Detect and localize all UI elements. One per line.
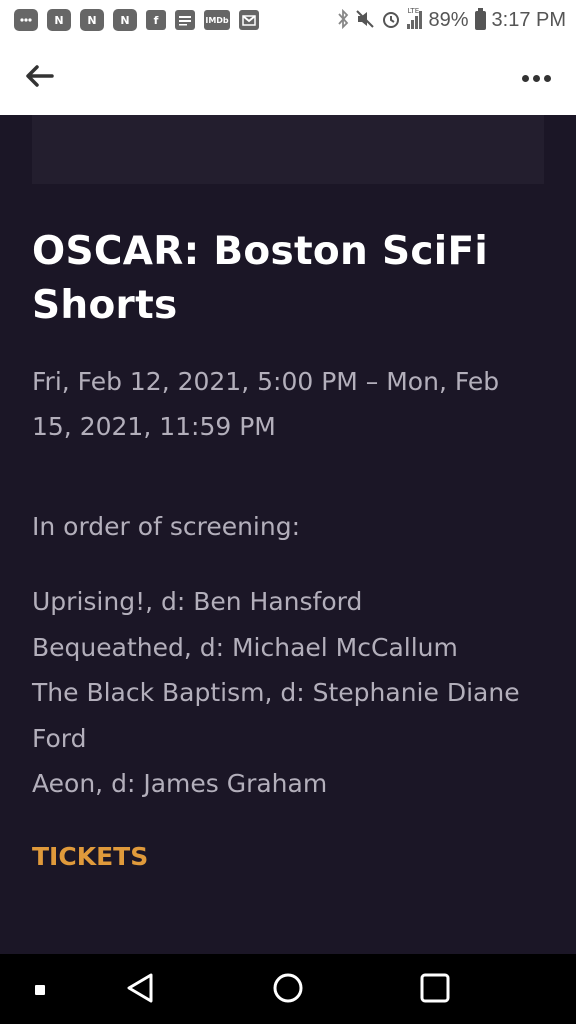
newsreader-icon — [175, 10, 195, 30]
system-status: LTE 89% 3:17 PM — [337, 7, 566, 32]
back-button[interactable] — [20, 60, 60, 96]
clock: 3:17 PM — [491, 8, 566, 31]
imdb-icon: IMDb — [204, 10, 230, 30]
more-horizontal-icon — [521, 74, 551, 82]
lte-label: LTE — [407, 7, 420, 15]
message-icon — [14, 9, 38, 31]
film-list: Uprising!, d: Ben Hansford Bequeathed, d… — [32, 579, 544, 807]
event-content: OSCAR: Boston SciFi Shorts Fri, Feb 12, … — [0, 115, 576, 954]
notification-icons: N N N f IMDb — [14, 8, 259, 32]
event-image — [32, 115, 544, 184]
event-dates: Fri, Feb 12, 2021, 5:00 PM – Mon, Feb 15… — [32, 367, 500, 441]
gmail-icon — [239, 10, 259, 30]
back-nav-button[interactable] — [118, 968, 162, 1012]
event-title: OSCAR: Boston SciFi Shorts — [32, 229, 489, 328]
status-bar: N N N f IMDb LTE 89% 3:17 PM — [0, 0, 576, 40]
navigation-bar — [0, 954, 576, 1024]
recent-apps-small-button[interactable] — [18, 968, 62, 1012]
film-item: Uprising!, d: Ben Hansford — [32, 587, 363, 616]
recent-apps-button[interactable] — [413, 968, 457, 1012]
film-item: Bequeathed, d: Michael McCallum — [32, 632, 458, 662]
triangle-back-icon — [125, 972, 155, 1008]
screening-intro: In order of screening: — [32, 512, 301, 541]
alarm-icon — [381, 9, 401, 32]
battery-icon — [474, 7, 486, 30]
small-square-icon — [34, 981, 46, 1000]
more-options-button[interactable] — [516, 60, 556, 96]
facebook-icon: f — [146, 10, 166, 30]
battery-percent: 89% — [428, 8, 469, 31]
arrow-left-icon — [25, 64, 55, 92]
signal-icon: LTE — [407, 7, 423, 29]
home-button[interactable] — [266, 968, 310, 1012]
film-item: The Black Baptism, d: Stephanie Diane Fo… — [32, 678, 520, 753]
film-item: Aeon, d: James Graham — [32, 769, 328, 798]
circle-home-icon — [272, 972, 304, 1008]
news-icon: N — [80, 9, 104, 31]
app-bar — [0, 40, 576, 115]
mute-icon — [355, 9, 375, 32]
square-recents-icon — [420, 973, 450, 1007]
news-icon: N — [113, 9, 137, 31]
news-icon: N — [47, 9, 71, 31]
tickets-link[interactable]: TICKETS — [32, 839, 148, 875]
bluetooth-icon — [337, 8, 349, 32]
